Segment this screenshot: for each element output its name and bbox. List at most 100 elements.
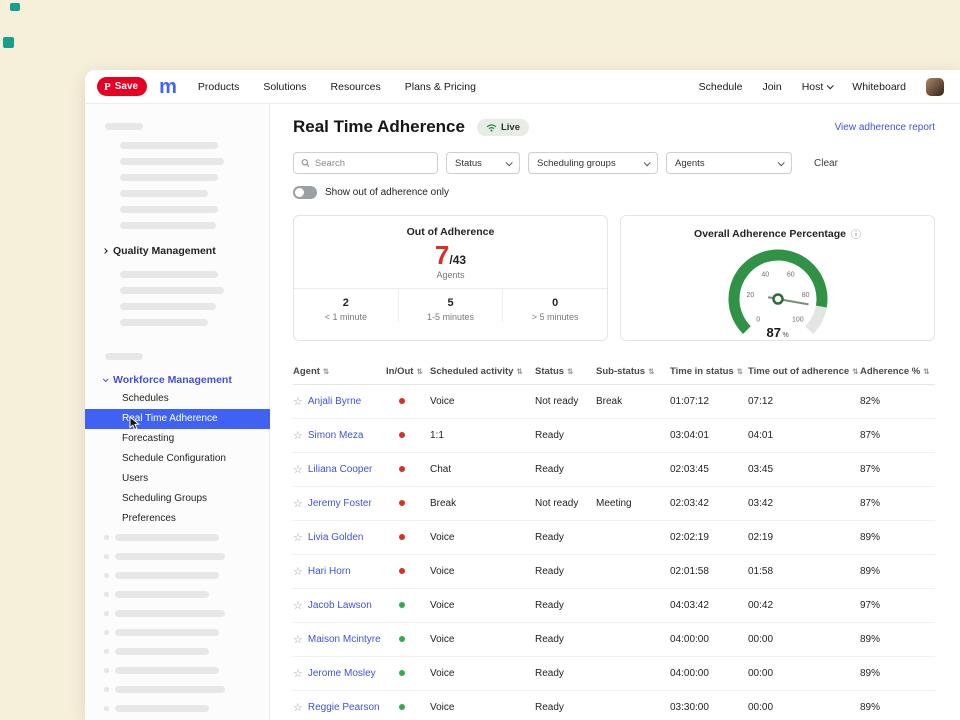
quality-management-label: Quality Management [113,245,216,257]
bucket-label: 1-5 minutes [399,312,503,322]
agent-link[interactable]: Anjali Byrne [308,396,361,407]
star-icon[interactable]: ☆ [293,701,303,714]
live-badge-label: Live [501,122,520,133]
agent-link[interactable]: Maison Mcintyre [308,634,381,645]
col-header-agent[interactable]: Agent⇅ [293,366,386,377]
nav-item-host[interactable]: Host [802,81,833,93]
agents-dropdown[interactable]: Agents [666,152,792,174]
info-icon[interactable]: ⓘ [851,226,861,241]
star-icon[interactable]: ☆ [293,395,303,408]
time-in-status-cell: 02:01:58 [670,566,748,577]
skeleton-line [120,271,218,278]
pinterest-save-label: Save [115,81,138,92]
col-header-status[interactable]: Status⇅ [535,366,596,377]
scheduling-groups-dropdown[interactable]: Scheduling groups [528,152,658,174]
inout-status-dot [399,500,405,506]
table-row[interactable]: ☆ Jacob Lawson Voice Ready 04:03:42 00:4… [293,589,935,623]
agent-link[interactable]: Jerome Mosley [308,668,376,679]
search-box[interactable] [293,152,438,174]
status-dropdown[interactable]: Status [446,152,520,174]
scheduled-activity-cell: Voice [430,668,535,679]
col-header-label: Scheduled activity [430,366,513,377]
sidebar-item-forecasting[interactable]: Forecasting [85,429,270,449]
nav-item-schedule[interactable]: Schedule [699,81,743,93]
table-row[interactable]: ☆ Jeremy Foster Break Not ready Meeting … [293,487,935,521]
agent-link[interactable]: Livia Golden [308,532,364,543]
agent-link[interactable]: Liliana Cooper [308,464,373,475]
col-header-time-out-of-adherence[interactable]: Time out of adherence⇅ [748,366,860,377]
star-icon[interactable]: ☆ [293,633,303,646]
collab-cursor-mark [10,3,20,11]
table-row[interactable]: ☆ Simon Meza 1:1 Ready 03:04:01 04:01 87… [293,419,935,453]
sub-status-cell: Break [596,396,670,407]
star-icon[interactable]: ☆ [293,463,303,476]
col-header-adherence-pct[interactable]: Adherence %⇅ [860,366,935,377]
adherence-pct-cell: 87% [860,464,935,475]
time-out-of-adherence-cell: 03:45 [748,464,860,475]
nav-item-plans-pricing[interactable]: Plans & Pricing [405,81,476,93]
table-row[interactable]: ☆ Liliana Cooper Chat Ready 02:03:45 03:… [293,453,935,487]
skeleton-line [115,572,219,579]
table-row[interactable]: ☆ Reggie Pearson Voice Ready 03:30:00 00… [293,691,935,720]
table-row[interactable]: ☆ Hari Horn Voice Ready 02:01:58 01:58 8… [293,555,935,589]
nav-item-resources[interactable]: Resources [331,81,381,93]
inout-status-dot [399,636,405,642]
skeleton-bullet [104,668,109,673]
scheduled-activity-cell: Voice [430,566,535,577]
agent-link[interactable]: Jacob Lawson [308,600,372,611]
time-in-status-cell: 04:03:42 [670,600,748,611]
inout-cell [386,668,430,679]
col-header-inout[interactable]: In/Out⇅ [386,366,430,377]
time-in-status-cell: 02:03:42 [670,498,748,509]
sidebar-item-schedules[interactable]: Schedules [85,389,270,409]
sidebar-item-preferences[interactable]: Preferences [85,509,270,529]
nav-item-solutions[interactable]: Solutions [263,81,306,93]
table-row[interactable]: ☆ Livia Golden Voice Ready 02:02:19 02:1… [293,521,935,555]
agent-link[interactable]: Jeremy Foster [308,498,372,509]
agent-link[interactable]: Simon Meza [308,430,364,441]
star-icon[interactable]: ☆ [293,599,303,612]
page-title: Real Time Adherence [293,117,465,137]
star-icon[interactable]: ☆ [293,531,303,544]
nav-item-join[interactable]: Join [762,81,781,93]
clear-filters-button[interactable]: Clear [814,158,838,169]
skeleton-line [120,142,218,149]
table-row[interactable]: ☆ Anjali Byrne Voice Not ready Break 01:… [293,385,935,419]
gauge-unit: % [782,332,788,339]
nav-item-whiteboard[interactable]: Whiteboard [852,81,906,93]
table-row[interactable]: ☆ Maison Mcintyre Voice Ready 04:00:00 0… [293,623,935,657]
status-cell: Ready [535,600,596,611]
sidebar-item-real-time-adherence[interactable]: Real Time Adherence [85,409,270,429]
pinterest-save-button[interactable]: P Save [97,77,147,96]
sidebar-item-quality-management[interactable]: Quality Management [103,245,216,257]
star-icon[interactable]: ☆ [293,667,303,680]
sidebar-item-schedule-configuration[interactable]: Schedule Configuration [85,449,270,469]
star-icon[interactable]: ☆ [293,497,303,510]
agent-cell: ☆ Reggie Pearson [293,701,386,714]
table-row[interactable]: ☆ Jerome Mosley Voice Ready 04:00:00 00:… [293,657,935,691]
view-adherence-report-link[interactable]: View adherence report [835,122,935,133]
col-header-time-in-status[interactable]: Time in status⇅ [670,366,748,377]
sort-icon: ⇅ [323,367,329,376]
star-icon[interactable]: ☆ [293,429,303,442]
time-out-of-adherence-cell: 07:12 [748,396,860,407]
agent-cell: ☆ Anjali Byrne [293,395,386,408]
col-header-sub-status[interactable]: Sub-status⇅ [596,366,670,377]
out-of-adherence-toggle[interactable] [293,186,317,199]
col-header-scheduled-activity[interactable]: Scheduled activity⇅ [430,366,535,377]
search-input[interactable] [315,158,430,169]
agent-link[interactable]: Hari Horn [308,566,351,577]
adherence-pct-cell: 89% [860,634,935,645]
user-avatar[interactable] [926,78,944,96]
star-icon[interactable]: ☆ [293,565,303,578]
app-window: P Save m Products Solutions Resources Pl… [85,70,960,720]
nav-item-products[interactable]: Products [198,81,239,93]
sidebar-item-workforce-management[interactable]: Workforce Management [103,374,232,386]
miro-logo[interactable]: m [159,77,176,97]
chevron-down-icon [103,376,109,382]
agent-cell: ☆ Jeremy Foster [293,497,386,510]
overall-adherence-card: Overall Adherence Percentage ⓘ 020406080… [620,215,935,341]
sidebar-item-users[interactable]: Users [85,469,270,489]
agent-link[interactable]: Reggie Pearson [308,702,380,713]
sidebar-item-scheduling-groups[interactable]: Scheduling Groups [85,489,270,509]
